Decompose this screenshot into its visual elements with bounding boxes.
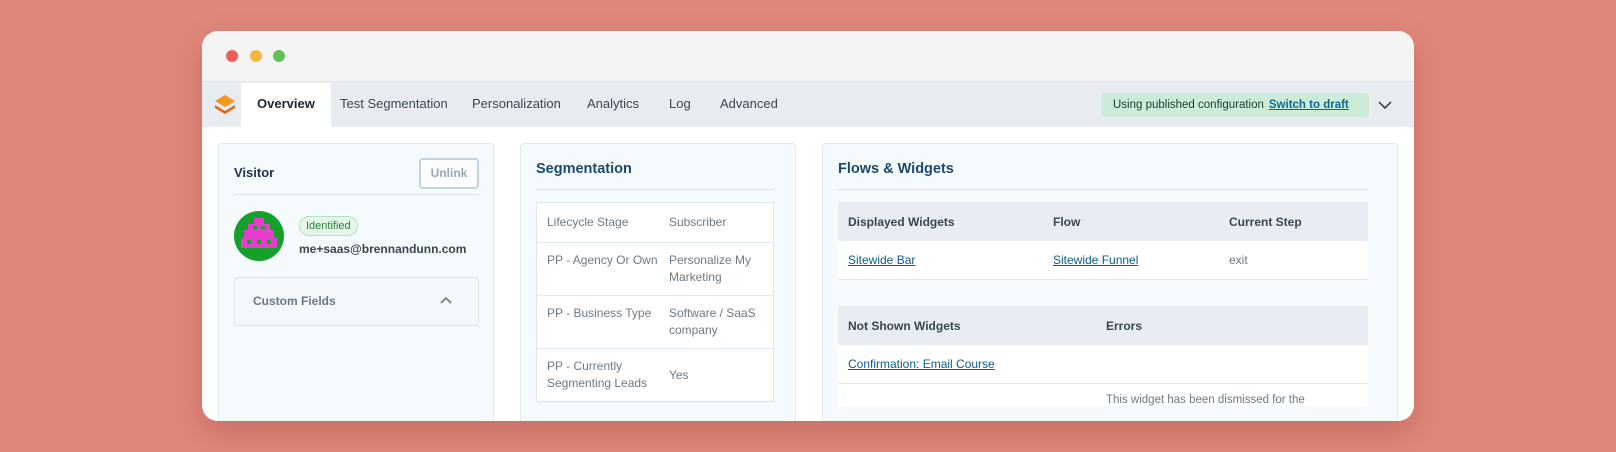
- segment-key: PP - Agency Or Own: [547, 253, 658, 267]
- config-status-text: Using published configuration: [1113, 99, 1264, 111]
- segmentation-table: Lifecycle Stage Subscriber PP - Agency O…: [536, 202, 774, 402]
- widget-link[interactable]: Sitewide Bar: [848, 253, 915, 267]
- segmentation-panel: Segmentation Lifecycle Stage Subscriber …: [520, 143, 796, 421]
- top-navigation: Overview Test Segmentation Personalizati…: [202, 81, 1414, 127]
- divider: [234, 194, 479, 195]
- visitor-title: Visitor: [234, 165, 275, 180]
- segment-value: Software / SaaS company: [668, 306, 756, 337]
- identicon-icon: [241, 218, 277, 248]
- tab-personalization[interactable]: Personalization: [472, 83, 561, 127]
- main-content: Visitor Unlink Identified me+saas@brenna…: [202, 127, 1414, 421]
- segment-key: PP - Business Type: [547, 306, 652, 320]
- chevron-down-icon[interactable]: [1377, 98, 1393, 112]
- visitor-panel: Visitor Unlink Identified me+saas@brenna…: [218, 143, 494, 421]
- minimize-window-button[interactable]: [250, 50, 262, 62]
- config-status-banner: Using published configuration Switch to d…: [1101, 93, 1369, 117]
- tab-advanced[interactable]: Advanced: [720, 83, 778, 127]
- current-step: exit: [1229, 253, 1248, 267]
- segment-key: PP - Currently Segmenting Leads: [547, 359, 648, 390]
- table-row: PP - Business Type Software / SaaS compa…: [537, 296, 773, 349]
- window-titlebar: [202, 31, 1414, 81]
- column-header: Flow: [1053, 214, 1081, 229]
- segment-value: Personalize My Marketing: [668, 253, 751, 284]
- not-shown-widgets-table: Not Shown Widgets Errors Confirmation: E…: [838, 306, 1368, 406]
- app-window: Overview Test Segmentation Personalizati…: [202, 31, 1414, 421]
- visitor-email: me+saas@brennandunn.com: [299, 242, 467, 256]
- custom-fields-label: Custom Fields: [253, 294, 336, 308]
- flows-widgets-title: Flows & Widgets: [838, 161, 954, 177]
- column-header: Errors: [1106, 318, 1143, 333]
- table-row: Lifecycle Stage Subscriber: [537, 203, 773, 243]
- segmentation-title: Segmentation: [536, 161, 632, 177]
- flows-widgets-panel: Flows & Widgets Displayed Widgets Flow C…: [822, 143, 1398, 421]
- segment-value: Subscriber: [668, 215, 727, 229]
- divider: [536, 189, 774, 190]
- layers-logo-icon: [215, 95, 235, 114]
- tab-overview[interactable]: Overview: [241, 83, 331, 127]
- tab-test-segmentation[interactable]: Test Segmentation: [340, 83, 448, 127]
- table-header: Displayed Widgets Flow Current Step: [838, 202, 1368, 241]
- table-row: PP - Agency Or Own Personalize My Market…: [537, 243, 773, 296]
- divider: [838, 189, 1368, 190]
- table-row: PP - Currently Segmenting Leads Yes: [537, 349, 773, 401]
- segment-key: Lifecycle Stage: [547, 215, 629, 229]
- chevron-up-icon[interactable]: [439, 295, 453, 307]
- maximize-window-button[interactable]: [273, 50, 285, 62]
- tab-log[interactable]: Log: [669, 83, 691, 127]
- displayed-widgets-table: Displayed Widgets Flow Current Step Site…: [838, 202, 1368, 280]
- table-row: Confirmation: Email Course: [838, 345, 1368, 384]
- table-header: Not Shown Widgets Errors: [838, 306, 1368, 345]
- close-window-button[interactable]: [226, 50, 238, 62]
- column-header: Not Shown Widgets: [848, 318, 961, 333]
- custom-fields-accordion[interactable]: Custom Fields: [234, 277, 479, 326]
- tab-analytics[interactable]: Analytics: [587, 83, 639, 127]
- segment-value: Yes: [668, 368, 689, 382]
- table-row: Sitewide Bar Sitewide Funnel exit: [838, 241, 1368, 280]
- unlink-button[interactable]: Unlink: [419, 158, 479, 189]
- column-header: Displayed Widgets: [848, 214, 955, 229]
- switch-to-draft-link[interactable]: Switch to draft: [1269, 99, 1349, 111]
- column-header: Current Step: [1229, 214, 1302, 229]
- widget-error: This widget has been dismissed for the: [1106, 394, 1305, 406]
- identified-badge: Identified: [299, 216, 358, 236]
- flow-link[interactable]: Sitewide Funnel: [1053, 253, 1138, 267]
- widget-link[interactable]: Confirmation: Email Course: [848, 357, 995, 371]
- avatar: [234, 211, 284, 261]
